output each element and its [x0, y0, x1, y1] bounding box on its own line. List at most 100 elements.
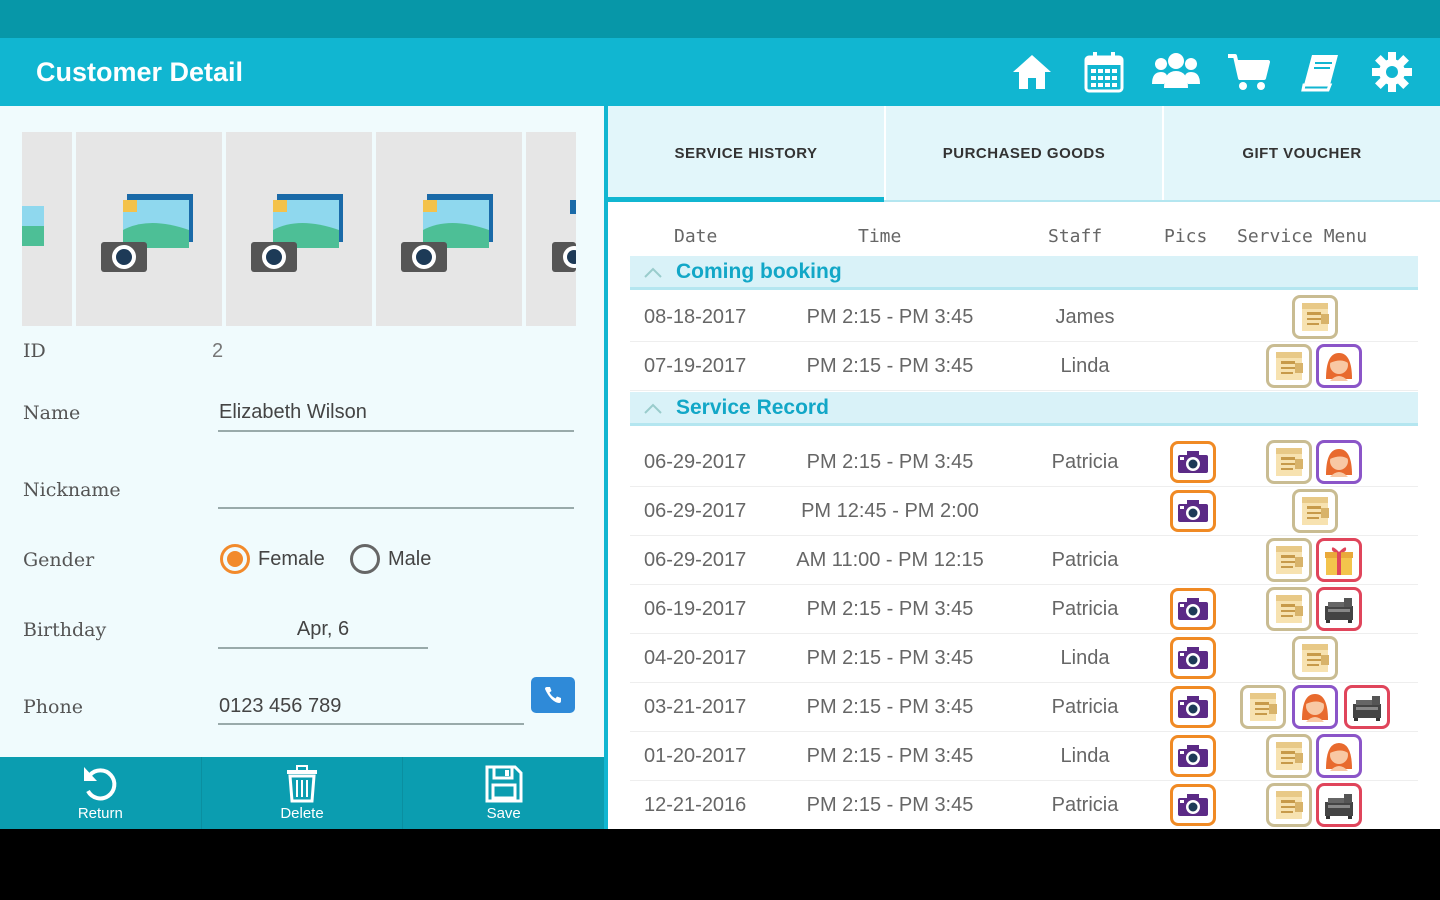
call-button[interactable] [531, 677, 575, 713]
row-time: PM 2:15 - PM 3:45 [806, 794, 974, 816]
birthday-field[interactable]: Apr, 6 [218, 618, 428, 641]
face-service-icon[interactable] [1292, 685, 1338, 729]
tab-service-history[interactable]: SERVICE HISTORY [608, 106, 886, 202]
photo-placeholder[interactable] [526, 132, 576, 326]
tab-bar: SERVICE HISTORY PURCHASED GOODS GIFT VOU… [608, 106, 1440, 202]
row-time: PM 2:15 - PM 3:45 [806, 355, 974, 377]
row-date: 01-20-2017 [644, 745, 747, 767]
camera-icon[interactable] [1170, 735, 1216, 777]
camera-icon[interactable] [1170, 588, 1216, 630]
table-header: Date Time Staff Pics Service Menu [630, 226, 1418, 256]
notes-service-icon[interactable] [1266, 783, 1312, 827]
users-icon[interactable] [1152, 48, 1200, 96]
service-record-section-header[interactable]: Service Record [630, 392, 1418, 426]
row-time: PM 2:15 - PM 3:45 [806, 647, 974, 669]
photo-placeholder[interactable] [76, 132, 222, 326]
notes-service-icon[interactable] [1266, 734, 1312, 778]
notes-service-icon[interactable] [1266, 587, 1312, 631]
face-service-icon[interactable] [1316, 440, 1362, 484]
birthday-label: Birthday [23, 619, 107, 641]
row-date: 03-21-2017 [644, 696, 747, 718]
table-row[interactable]: 01-20-2017 PM 2:15 - PM 3:45 Linda [630, 732, 1418, 781]
table-row[interactable]: 12-21-2016 PM 2:15 - PM 3:45 Patricia [630, 781, 1418, 830]
calendar-icon[interactable] [1080, 48, 1128, 96]
salon-chair-service-icon[interactable] [1316, 783, 1362, 827]
table-row[interactable]: 06-29-2017 PM 12:45 - PM 2:00 [630, 487, 1418, 536]
book-icon[interactable] [1296, 48, 1344, 96]
photo-placeholder[interactable] [22, 132, 72, 326]
table-row[interactable]: 06-29-2017 AM 11:00 - PM 12:15 Patricia [630, 536, 1418, 585]
gender-female-radio[interactable]: Female [220, 544, 325, 574]
table-row[interactable]: 06-19-2017 PM 2:15 - PM 3:45 Patricia [630, 585, 1418, 634]
cart-icon[interactable] [1224, 48, 1272, 96]
gender-label: Gender [23, 549, 95, 571]
row-time: AM 11:00 - PM 12:15 [796, 549, 984, 571]
name-field[interactable]: Elizabeth Wilson [219, 401, 367, 424]
home-icon[interactable] [1008, 48, 1056, 96]
photo-placeholder[interactable] [226, 132, 372, 326]
delete-label: Delete [280, 804, 324, 822]
gender-female-label: Female [258, 547, 325, 570]
table-row[interactable]: 06-29-2017 PM 2:15 - PM 3:45 Patricia [630, 438, 1418, 487]
phone-label: Phone [23, 696, 83, 718]
gift-service-icon[interactable] [1316, 538, 1362, 582]
phone-underline [218, 723, 524, 725]
notes-service-icon[interactable] [1240, 685, 1286, 729]
photo-placeholder[interactable] [376, 132, 522, 326]
row-time: PM 2:15 - PM 3:45 [806, 696, 974, 718]
camera-icon[interactable] [1170, 441, 1216, 483]
trash-icon [287, 764, 317, 802]
gender-male-radio[interactable]: Male [350, 544, 431, 574]
radio-unselected-icon [350, 544, 380, 574]
notes-service-icon[interactable] [1266, 440, 1312, 484]
notes-service-icon[interactable] [1266, 538, 1312, 582]
table-row[interactable]: 03-21-2017 PM 2:15 - PM 3:45 Patricia [630, 683, 1418, 732]
nav-bar-area [0, 829, 1440, 900]
notes-service-icon[interactable] [1292, 636, 1338, 680]
camera-icon[interactable] [1170, 686, 1216, 728]
return-button[interactable]: Return [0, 757, 202, 829]
row-staff: James [1055, 306, 1115, 328]
notes-service-icon[interactable] [1266, 344, 1312, 388]
nickname-label: Nickname [23, 479, 121, 501]
col-date: Date [674, 226, 718, 247]
row-date: 06-29-2017 [644, 549, 747, 571]
salon-chair-service-icon[interactable] [1344, 685, 1390, 729]
tab-purchased-goods[interactable]: PURCHASED GOODS [886, 106, 1164, 200]
tab-gift-voucher[interactable]: GIFT VOUCHER [1164, 106, 1440, 200]
id-label: ID [23, 340, 46, 362]
chevron-up-icon [644, 267, 662, 278]
camera-icon[interactable] [1170, 490, 1216, 532]
table-row[interactable]: 04-20-2017 PM 2:15 - PM 3:45 Linda [630, 634, 1418, 683]
customer-form-panel: ID 2 Name Elizabeth Wilson Nickname Gend… [0, 106, 604, 757]
row-time: PM 2:15 - PM 3:45 [806, 306, 974, 328]
table-row[interactable]: 08-18-2017 PM 2:15 - PM 3:45 James [630, 293, 1418, 342]
undo-icon [84, 766, 117, 800]
col-pics: Pics [1164, 226, 1208, 247]
notes-service-icon[interactable] [1292, 489, 1338, 533]
row-staff: Patricia [1051, 549, 1119, 571]
coming-booking-section-label: Coming booking [676, 259, 842, 283]
salon-chair-service-icon[interactable] [1316, 587, 1362, 631]
face-service-icon[interactable] [1316, 344, 1362, 388]
notes-service-icon[interactable] [1292, 295, 1338, 339]
col-time: Time [858, 226, 902, 247]
phone-icon [545, 687, 561, 703]
row-time: PM 2:15 - PM 3:45 [806, 451, 974, 473]
gear-icon[interactable] [1368, 48, 1416, 96]
delete-button[interactable]: Delete [202, 757, 404, 829]
row-staff: Patricia [1051, 598, 1119, 620]
face-service-icon[interactable] [1316, 734, 1362, 778]
photo-gallery[interactable] [22, 132, 580, 326]
row-date: 06-19-2017 [644, 598, 747, 620]
radio-selected-icon [220, 544, 250, 574]
phone-field[interactable]: 0123 456 789 [219, 695, 341, 718]
save-button[interactable]: Save [403, 757, 604, 829]
row-staff: Linda [1060, 647, 1110, 669]
camera-icon[interactable] [1170, 637, 1216, 679]
coming-booking-section-header[interactable]: Coming booking [630, 256, 1418, 290]
table-row[interactable]: 07-19-2017 PM 2:15 - PM 3:45 Linda [630, 342, 1418, 391]
row-date: 08-18-2017 [644, 306, 747, 328]
id-value: 2 [212, 340, 224, 362]
camera-icon[interactable] [1170, 784, 1216, 826]
